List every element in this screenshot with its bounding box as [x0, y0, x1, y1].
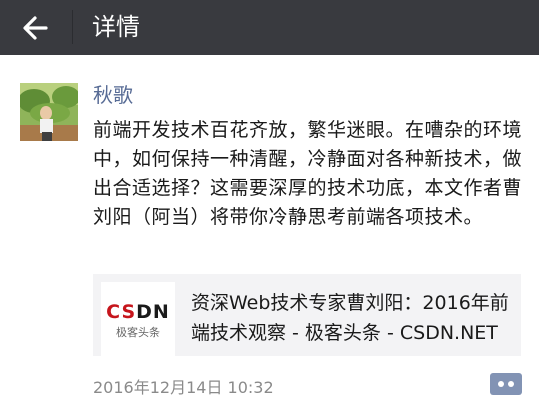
back-button[interactable]	[16, 8, 56, 48]
link-card[interactable]: CSDN 极客头条 资深Web技术专家曹刘阳：2016年前端技术观察 - 极客头…	[93, 274, 521, 356]
page-title: 详情	[92, 13, 140, 41]
avatar-image	[20, 83, 78, 141]
author-name[interactable]: 秋歌	[93, 81, 133, 109]
comment-dot	[498, 381, 504, 387]
comment-dot	[508, 381, 514, 387]
post-content: 秋歌 前端开发技术百花齐放，繁华迷眼。在嘈杂的环境中，如何保持一种清醒，冷静面对…	[0, 55, 539, 411]
post-text: 前端开发技术百花齐放，繁华迷眼。在嘈杂的环境中，如何保持一种清醒，冷静面对各种新…	[93, 119, 523, 228]
header-divider	[72, 10, 73, 44]
post-timestamp: 2016年12月14日 10:32	[93, 378, 274, 397]
arrow-left-icon	[23, 16, 48, 40]
csdn-logo-dn: DN	[136, 301, 170, 323]
avatar[interactable]	[20, 83, 78, 141]
csdn-sublabel: 极客头条	[116, 326, 160, 339]
csdn-logo-cs: CS	[106, 301, 137, 323]
top-bar: 详情	[0, 0, 539, 55]
card-title: 资深Web技术专家曹刘阳：2016年前端技术观察 - 极客头条 - CSDN.N…	[191, 292, 509, 344]
csdn-logo: CSDN	[101, 302, 175, 322]
card-thumbnail: CSDN 极客头条	[101, 282, 175, 356]
comment-button[interactable]	[490, 373, 522, 395]
